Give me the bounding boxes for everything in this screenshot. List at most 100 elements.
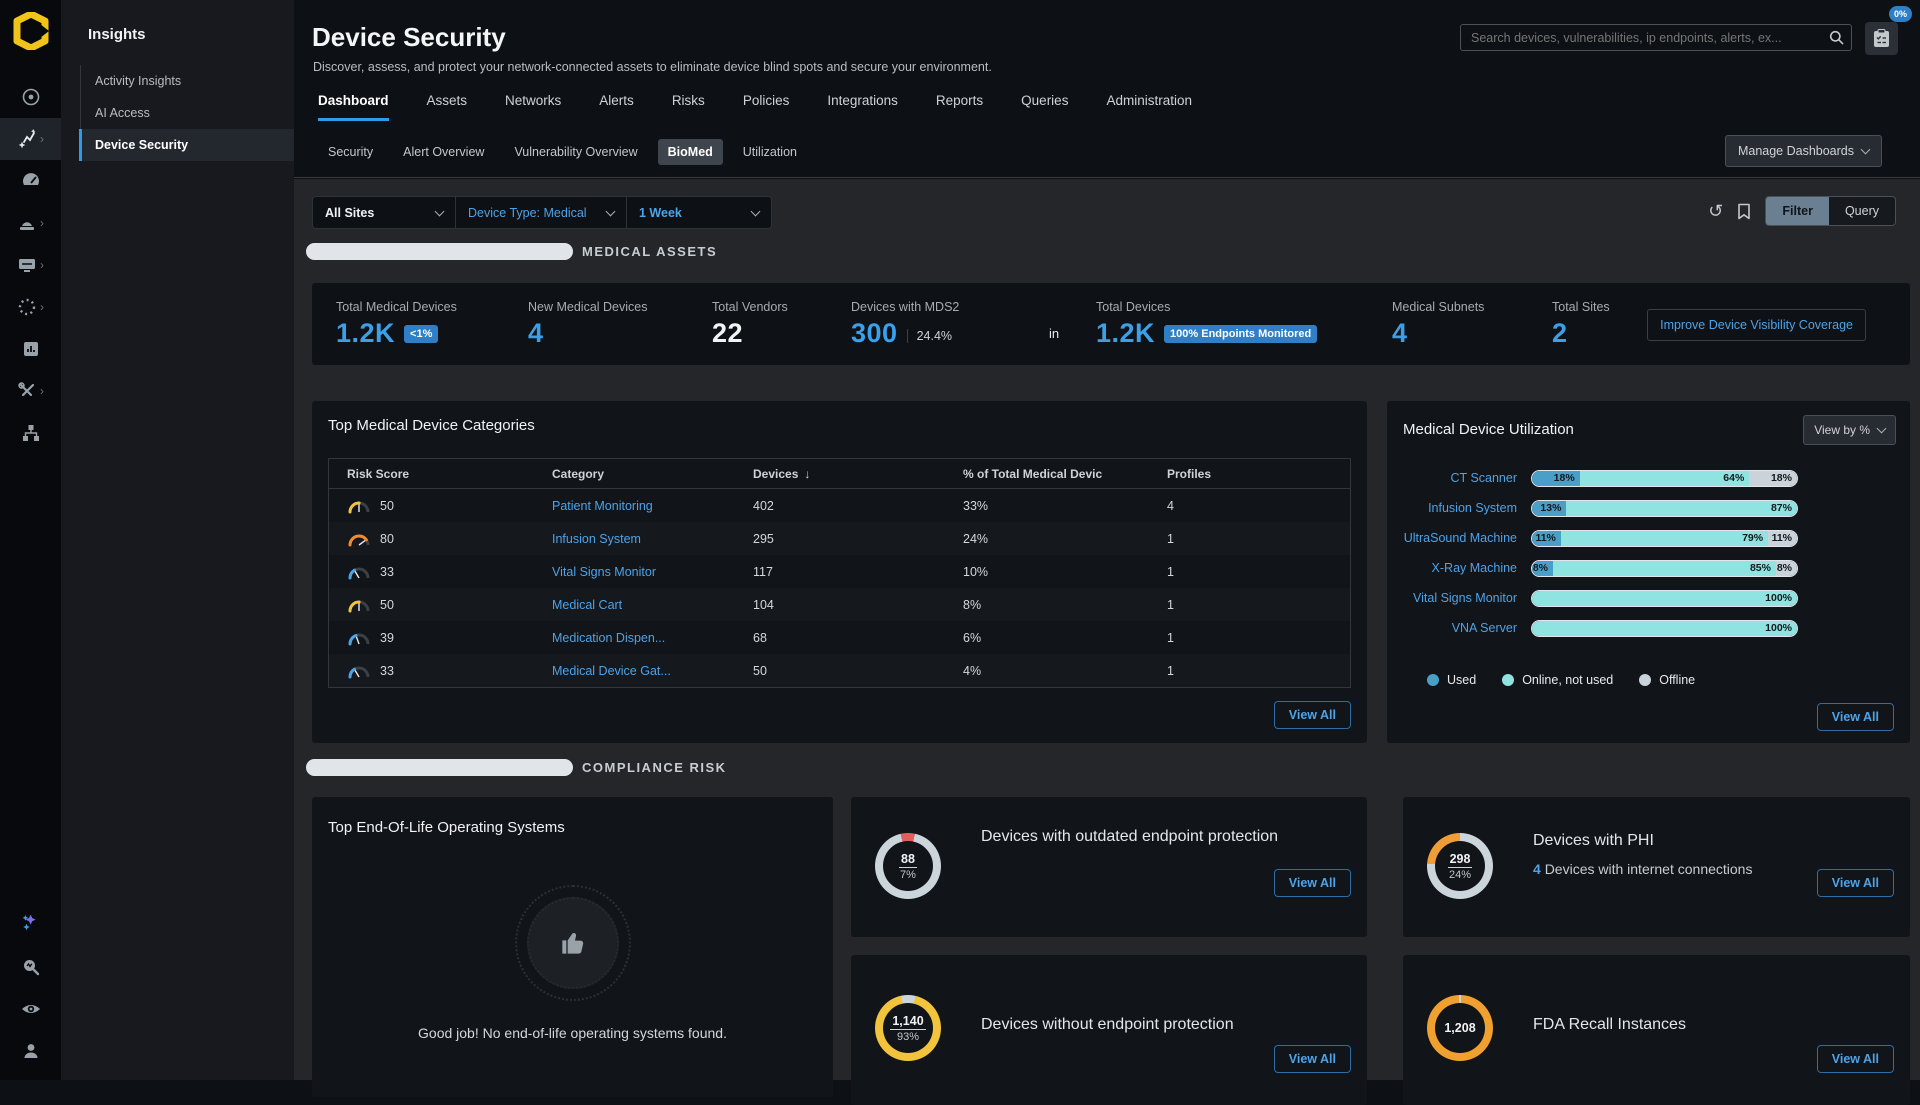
rail-item-visibility[interactable]: [0, 988, 61, 1030]
device-type-link[interactable]: X-Ray Machine: [1387, 561, 1517, 575]
sidebar-item-ai-access[interactable]: AI Access: [81, 97, 294, 129]
armis-logo[interactable]: [13, 12, 49, 50]
pct-of-total: 4%: [963, 664, 1167, 678]
pct-of-total: 6%: [963, 631, 1167, 645]
filter-mode-button[interactable]: Filter: [1766, 197, 1829, 225]
device-type-filter-dropdown[interactable]: Device Type: Medical: [456, 197, 627, 228]
legend-dot-offline: [1639, 674, 1651, 686]
no-endpoint-title: Devices without endpoint protection: [981, 1013, 1234, 1038]
tab-integrations[interactable]: Integrations: [827, 93, 898, 121]
legend-dot-online: [1502, 674, 1514, 686]
categories-view-all-button[interactable]: View All: [1274, 701, 1351, 729]
bar-segment-online: 64%: [1580, 471, 1750, 486]
fda-recall-view-all-button[interactable]: View All: [1817, 1045, 1894, 1073]
table-row[interactable]: 80 Infusion System 295 24% 1: [329, 522, 1350, 555]
rail-item-reports[interactable]: [0, 328, 61, 370]
category-link[interactable]: Patient Monitoring: [552, 499, 753, 513]
table-row[interactable]: 50 Medical Cart 104 8% 1: [329, 588, 1350, 621]
donut-value: 1,208: [1444, 1021, 1475, 1035]
utilization-row: X-Ray Machine 8%85%8%: [1387, 559, 1894, 577]
view-by-dropdown[interactable]: View by %: [1803, 415, 1896, 445]
rail-item-network[interactable]: [0, 412, 61, 454]
col-profiles[interactable]: Profiles: [1167, 467, 1350, 481]
subtab-vulnerability-overview[interactable]: Vulnerability Overview: [504, 139, 647, 165]
device-type-link[interactable]: CT Scanner: [1387, 471, 1517, 485]
improve-visibility-button[interactable]: Improve Device Visibility Coverage: [1647, 309, 1866, 341]
report-chart-icon: [21, 339, 41, 359]
tab-alerts[interactable]: Alerts: [599, 93, 634, 121]
utilization-view-all-button[interactable]: View All: [1817, 703, 1894, 731]
pct-of-total: 10%: [963, 565, 1167, 579]
device-type-link[interactable]: VNA Server: [1387, 621, 1517, 635]
legend-offline[interactable]: Offline: [1639, 673, 1695, 687]
risk-score-value: 80: [380, 532, 394, 546]
tab-reports[interactable]: Reports: [936, 93, 983, 121]
tab-queries[interactable]: Queries: [1021, 93, 1068, 121]
rail-item-alerts[interactable]: ›: [0, 202, 61, 244]
bookmark-icon[interactable]: [1737, 203, 1751, 220]
search-icon[interactable]: [1829, 30, 1844, 45]
profiles-count: 1: [1167, 598, 1350, 612]
tab-networks[interactable]: Networks: [505, 93, 561, 121]
no-endpoint-view-all-button[interactable]: View All: [1274, 1045, 1351, 1073]
table-row[interactable]: 33 Medical Device Gat... 50 4% 1: [329, 654, 1350, 687]
stacked-bar: 100%: [1531, 590, 1798, 607]
rail-item-tools[interactable]: ›: [0, 370, 61, 412]
thumbs-up-icon: [557, 927, 589, 959]
col-category[interactable]: Category: [552, 467, 753, 481]
legend-used[interactable]: Used: [1427, 673, 1476, 687]
stat-value: 4: [528, 318, 544, 349]
device-type-link[interactable]: UltraSound Machine: [1387, 531, 1517, 545]
category-link[interactable]: Medical Device Gat...: [552, 664, 753, 678]
table-row[interactable]: 33 Vital Signs Monitor 117 10% 1: [329, 555, 1350, 588]
checklist-button[interactable]: [1865, 22, 1898, 55]
tab-administration[interactable]: Administration: [1106, 93, 1192, 121]
sidebar-item-activity-insights[interactable]: Activity Insights: [81, 65, 294, 97]
col-risk-score[interactable]: Risk Score: [347, 467, 552, 481]
manage-dashboards-button[interactable]: Manage Dashboards: [1725, 135, 1882, 167]
subtab-utilization[interactable]: Utilization: [733, 139, 807, 165]
dashboard-content: All Sites Device Type: Medical 1 Week ↺ …: [294, 179, 1920, 1080]
sidebar-title: Insights: [61, 0, 294, 65]
query-mode-button[interactable]: Query: [1829, 197, 1895, 225]
legend-online-not-used[interactable]: Online, not used: [1502, 673, 1613, 687]
device-type-link[interactable]: Infusion System: [1387, 501, 1517, 515]
subtab-alert-overview[interactable]: Alert Overview: [393, 139, 494, 165]
device-categories-card: Top Medical Device Categories Risk Score…: [312, 401, 1367, 743]
rail-item-discovery[interactable]: ›: [0, 286, 61, 328]
outdated-endpoint-view-all-button[interactable]: View All: [1274, 869, 1351, 897]
category-link[interactable]: Medical Cart: [552, 598, 753, 612]
subtab-biomed[interactable]: BioMed: [658, 139, 723, 165]
pct-of-total: 24%: [963, 532, 1167, 546]
sites-filter-dropdown[interactable]: All Sites: [313, 197, 456, 228]
rail-item-ai-assistant[interactable]: [0, 904, 61, 946]
table-row[interactable]: 50 Patient Monitoring 402 33% 4: [329, 489, 1350, 522]
col-pct-total[interactable]: % of Total Medical Devic: [963, 467, 1167, 481]
tab-risks[interactable]: Risks: [672, 93, 705, 121]
rail-item-radar[interactable]: [0, 76, 61, 118]
phi-view-all-button[interactable]: View All: [1817, 869, 1894, 897]
rail-item-insights[interactable]: ›: [0, 118, 61, 160]
col-devices[interactable]: Devices↓: [753, 467, 963, 481]
rail-item-user[interactable]: [0, 1030, 61, 1072]
utilization-row: CT Scanner 18%64%18%: [1387, 469, 1894, 487]
rail-item-dashboards[interactable]: [0, 160, 61, 202]
subtab-security[interactable]: Security: [318, 139, 383, 165]
profiles-count: 1: [1167, 631, 1350, 645]
sidebar-item-device-security[interactable]: Device Security: [79, 129, 294, 161]
time-range-filter-dropdown[interactable]: 1 Week: [627, 197, 771, 228]
sort-desc-icon[interactable]: ↓: [804, 467, 810, 481]
tab-assets[interactable]: Assets: [427, 93, 468, 121]
device-type-link[interactable]: Vital Signs Monitor: [1387, 591, 1517, 605]
refresh-icon[interactable]: ↺: [1708, 202, 1723, 220]
tab-policies[interactable]: Policies: [743, 93, 790, 121]
category-link[interactable]: Vital Signs Monitor: [552, 565, 753, 579]
utilization-row: VNA Server 100%: [1387, 619, 1894, 637]
category-link[interactable]: Medication Dispen...: [552, 631, 753, 645]
category-link[interactable]: Infusion System: [552, 532, 753, 546]
table-row[interactable]: 39 Medication Dispen... 68 6% 1: [329, 621, 1350, 654]
rail-item-devices[interactable]: ›: [0, 244, 61, 286]
search-input[interactable]: [1461, 31, 1829, 45]
tab-dashboard[interactable]: Dashboard: [318, 93, 389, 121]
rail-item-search-insights[interactable]: [0, 946, 61, 988]
